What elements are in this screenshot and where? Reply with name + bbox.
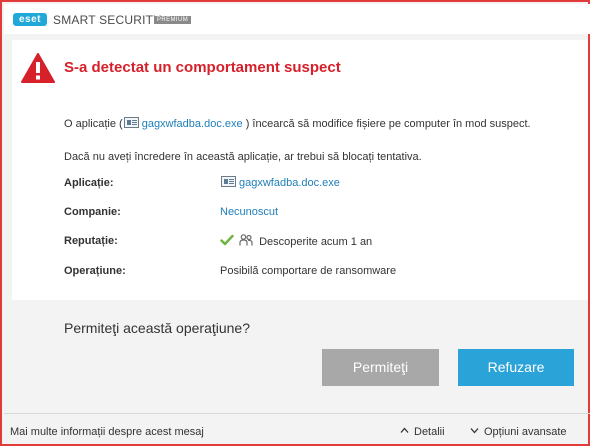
description-prefix: O aplicație ( xyxy=(64,118,123,130)
check-icon xyxy=(220,234,234,246)
alert-advice: Dacă nu aveți încredere în această aplic… xyxy=(64,151,422,163)
details-toggle[interactable]: Detalii xyxy=(400,425,445,439)
advanced-options-label: Opțiuni avansate xyxy=(484,426,567,438)
title-bar: eset SMART SECURITY PREMIUM xyxy=(4,4,590,34)
application-icon xyxy=(123,117,139,128)
users-icon xyxy=(239,234,253,246)
application-icon xyxy=(221,176,236,187)
reputation-value: Descoperite acum 1 an xyxy=(220,234,372,249)
warning-triangle-icon xyxy=(21,53,55,83)
allow-button[interactable]: Permiteţi xyxy=(322,349,439,386)
reputation-text: Descoperite acum 1 an xyxy=(259,236,373,248)
company-label: Companie: xyxy=(64,206,121,218)
chevron-down-icon xyxy=(470,428,479,434)
details-label: Detalii xyxy=(414,426,445,438)
footer-divider xyxy=(4,413,590,414)
product-name: SMART SECURITY xyxy=(53,13,162,27)
operation-value: Posibilă comportare de ransomware xyxy=(220,265,397,277)
application-label: Aplicație: xyxy=(64,177,114,189)
chevron-up-icon xyxy=(400,427,409,433)
reputation-label: Reputație: xyxy=(64,235,118,247)
operation-label: Operațiune: xyxy=(64,265,126,277)
alert-content: S-a detectat un comportament suspect O a… xyxy=(12,40,588,300)
advanced-options-toggle[interactable]: Opțiuni avansate xyxy=(470,425,567,439)
deny-button[interactable]: Refuzare xyxy=(458,349,574,386)
more-info-link[interactable]: Mai multe informații despre acest mesaj xyxy=(10,425,204,439)
application-value: gagxwfadba.doc.exe xyxy=(220,176,340,190)
app-name-link[interactable]: gagxwfadba.doc.exe xyxy=(142,118,243,130)
permission-question: Permiteţi această operaţiune? xyxy=(64,320,250,336)
company-link[interactable]: Necunoscut xyxy=(220,206,278,218)
eset-logo: eset xyxy=(13,13,47,26)
application-link[interactable]: gagxwfadba.doc.exe xyxy=(239,177,340,189)
edition-badge: PREMIUM xyxy=(154,16,192,24)
description-suffix: ) încearcă să modifice fișiere pe comput… xyxy=(245,118,531,130)
company-value: Necunoscut xyxy=(220,205,278,219)
alert-description: O aplicație ( gagxwfadba.doc.exe ) încear… xyxy=(64,117,531,131)
alert-headline: S-a detectat un comportament suspect xyxy=(64,59,341,76)
alert-window: eset SMART SECURITY PREMIUM S-a detectat… xyxy=(0,0,590,446)
